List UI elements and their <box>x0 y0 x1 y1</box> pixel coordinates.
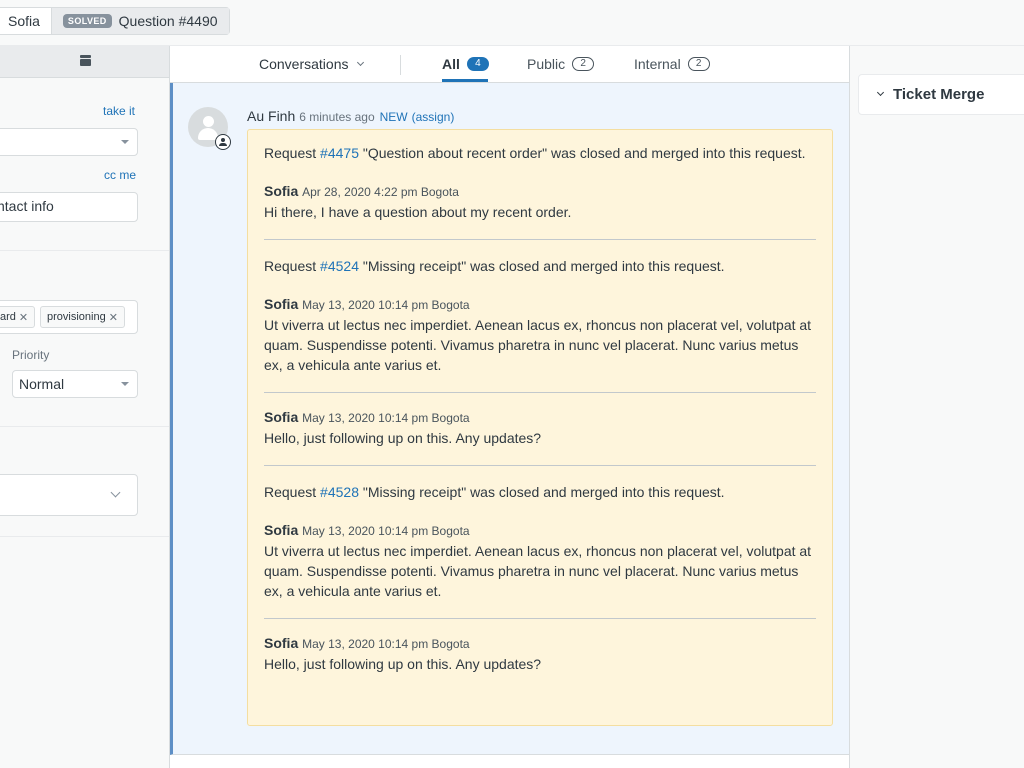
merge-notice: Request #4528 "Missing receipt" was clos… <box>264 482 816 502</box>
comment-text: Hi there, I have a question about my rec… <box>264 204 572 220</box>
chevron-down-icon <box>110 487 121 498</box>
tab-label: Sofia <box>8 13 40 29</box>
agent-badge-icon <box>215 134 231 150</box>
user-icon <box>203 116 214 127</box>
ccs-input[interactable]: ntact info <box>0 192 138 222</box>
divider <box>0 250 169 251</box>
request-link[interactable]: #4524 <box>320 258 359 274</box>
chevron-down-icon <box>356 58 364 67</box>
message-header: Au Finh 6 minutes ago NEW (assign) <box>247 108 454 124</box>
ticket-tabs: Sofia SOLVED Question #4490 <box>0 7 230 35</box>
comment-text: Ut viverra ut lectus nec imperdiet. Aene… <box>264 317 812 373</box>
tab-user-sofia[interactable]: Sofia <box>0 8 51 34</box>
merged-request-block: Request #4475 "Question about recent ord… <box>264 143 816 239</box>
comment-text: Hello, just following up on this. Any up… <box>264 430 542 446</box>
divider <box>0 426 169 427</box>
count-badge: 2 <box>687 57 710 71</box>
merge-prefix: Request <box>264 145 317 161</box>
comment-meta: May 13, 2020 10:14 pm Bogota <box>302 524 470 538</box>
remove-tag-icon[interactable]: ✕ <box>109 311 118 324</box>
comment-text: Ut viverra ut lectus nec imperdiet. Aene… <box>264 543 812 599</box>
tab-label: Internal <box>634 56 681 72</box>
message-time: 6 minutes ago <box>299 110 375 124</box>
merged-request-block: Request #4524 "Missing receipt" was clos… <box>264 239 816 465</box>
tags-input[interactable]: ard ✕ provisioning ✕ <box>0 300 138 334</box>
next-event-area <box>170 755 849 768</box>
tab-label: Public <box>527 56 566 72</box>
request-link[interactable]: #4475 <box>320 145 359 161</box>
comment-meta: May 13, 2020 10:14 pm Bogota <box>302 411 470 425</box>
tab-label: Question #4490 <box>118 13 218 29</box>
comment-text: Hello, just following up on this. Any up… <box>264 656 542 672</box>
merge-suffix: "Question about recent order" was closed… <box>362 145 806 161</box>
comment-author: Sofia <box>264 296 299 312</box>
priority-label: Priority <box>12 348 50 362</box>
comment-author: Sofia <box>264 183 299 199</box>
merge-notice: Request #4524 "Missing receipt" was clos… <box>264 256 816 276</box>
cc-me-link[interactable]: cc me <box>104 168 136 182</box>
assignee-select[interactable] <box>0 128 138 156</box>
internal-note-card: Request #4475 "Question about recent ord… <box>247 129 833 726</box>
comment-author: Sofia <box>264 522 299 538</box>
tag-label: ard <box>0 311 16 323</box>
comment-author: Sofia <box>264 635 299 651</box>
comment-author: Sofia <box>264 409 299 425</box>
merged-comment: Sofia May 13, 2020 10:14 pm Bogota Hello… <box>264 392 816 448</box>
caret-down-icon <box>121 382 129 386</box>
priority-value: Normal <box>19 376 65 392</box>
divider <box>400 55 401 75</box>
divider <box>0 536 169 537</box>
tab-all[interactable]: All 4 <box>442 56 489 72</box>
tag-chip: provisioning ✕ <box>40 306 125 328</box>
merge-notice: Request #4475 "Question about recent ord… <box>264 143 816 163</box>
sidebar-header <box>0 46 169 78</box>
merged-comment: Sofia May 13, 2020 10:14 pm Bogota Hello… <box>264 618 816 674</box>
remove-tag-icon[interactable]: ✕ <box>19 311 28 324</box>
new-status: NEW <box>379 110 408 124</box>
top-bar: Sofia SOLVED Question #4490 <box>0 0 1024 46</box>
conversation-thread: Au Finh 6 minutes ago NEW (assign) Reque… <box>170 83 849 755</box>
ticket-merge-app-header[interactable]: Ticket Merge <box>858 74 1024 115</box>
custom-field-select[interactable] <box>0 474 138 516</box>
merge-suffix: "Missing receipt" was closed and merged … <box>362 258 725 274</box>
count-badge: 4 <box>466 57 489 71</box>
apps-panel: Ticket Merge <box>850 46 1024 768</box>
active-tab-indicator <box>442 79 488 82</box>
merged-comment: Sofia Apr 28, 2020 4:22 pm Bogota Hi the… <box>264 183 816 222</box>
conversations-label: Conversations <box>259 56 349 72</box>
count-badge: 2 <box>572 57 595 71</box>
comment-meta: May 13, 2020 10:14 pm Bogota <box>302 298 470 312</box>
tab-internal[interactable]: Internal 2 <box>634 56 710 72</box>
merged-comment: Sofia May 13, 2020 10:14 pm Bogota Ut vi… <box>264 522 816 601</box>
card-icon[interactable] <box>80 55 91 67</box>
merged-request-block: Request #4528 "Missing receipt" was clos… <box>264 465 816 691</box>
conversation-pane: Conversations All 4 Public 2 Internal 2 … <box>170 46 850 768</box>
tab-ticket[interactable]: SOLVED Question #4490 <box>50 8 229 34</box>
comment-meta: May 13, 2020 10:14 pm Bogota <box>302 637 470 651</box>
chevron-down-icon <box>876 88 885 97</box>
app-title: Ticket Merge <box>893 86 985 103</box>
request-link[interactable]: #4528 <box>320 484 359 500</box>
tab-label: All <box>442 56 460 72</box>
take-it-link[interactable]: take it <box>103 104 135 118</box>
caret-down-icon <box>121 140 129 144</box>
status-badge: SOLVED <box>62 14 112 28</box>
tag-label: provisioning <box>47 311 106 323</box>
ccs-input-value: ntact info <box>0 198 54 214</box>
conversation-filter-bar: Conversations All 4 Public 2 Internal 2 <box>170 46 849 83</box>
tag-chip: ard ✕ <box>0 306 36 328</box>
ticket-properties-sidebar: take it cc me ntact info ard ✕ provisioni… <box>0 46 170 768</box>
author-name[interactable]: Au Finh <box>247 108 295 124</box>
merge-prefix: Request <box>264 484 317 500</box>
assign-link[interactable]: (assign) <box>412 110 455 124</box>
priority-select[interactable]: Normal <box>12 370 138 398</box>
tab-public[interactable]: Public 2 <box>527 56 595 72</box>
conversations-dropdown[interactable]: Conversations <box>259 56 364 72</box>
merge-prefix: Request <box>264 258 317 274</box>
comment-meta: Apr 28, 2020 4:22 pm Bogota <box>302 185 459 199</box>
merge-suffix: "Missing receipt" was closed and merged … <box>362 484 725 500</box>
merged-comment: Sofia May 13, 2020 10:14 pm Bogota Ut vi… <box>264 296 816 375</box>
